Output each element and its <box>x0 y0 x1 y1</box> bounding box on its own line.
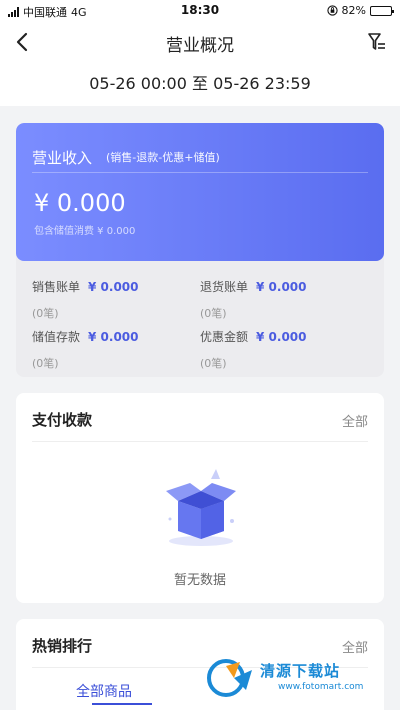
stat-deposits: 储值存款 ¥ 0.000 (0笔) <box>32 328 139 371</box>
watermark-title: 清源下载站 <box>260 662 341 680</box>
orientation-lock-icon <box>326 5 338 16</box>
stat-discounts: 优惠金额 ¥ 0.000 (0笔) <box>200 328 307 371</box>
payment-all-link[interactable]: 全部 <box>342 411 368 430</box>
stat-value: ¥ 0.000 <box>88 280 139 294</box>
income-summary: 营业收入 (销售-退款-优惠+储值) ¥ 0.000 包含储值消费 ¥ 0.00… <box>16 123 384 261</box>
stat-value: ¥ 0.000 <box>256 330 307 344</box>
date-range[interactable]: 05-26 00:00 至 05-26 23:59 <box>0 62 400 106</box>
watermark-url: www.fotomart.com <box>278 682 364 692</box>
filter-icon[interactable] <box>364 30 390 54</box>
stat-label: 优惠金额 <box>200 330 249 344</box>
status-bar: 中国联通 4G 18:30 82% <box>0 0 400 22</box>
empty-text: 暂无数据 <box>173 573 226 588</box>
payment-title: 支付收款 <box>32 411 93 429</box>
stat-value: ¥ 0.000 <box>88 330 139 344</box>
income-formula: (销售-退款-优惠+储值) <box>106 151 220 164</box>
watermark-logo-icon <box>207 659 252 697</box>
stat-count: (0笔) <box>32 307 59 320</box>
stat-value: ¥ 0.000 <box>256 280 307 294</box>
battery-percent: 82% <box>341 4 366 17</box>
divider <box>32 172 368 173</box>
hot-sales-title: 热销排行 <box>32 637 93 655</box>
payment-panel: 支付收款 全部 暂无数据 <box>16 393 384 603</box>
stat-label: 销售账单 <box>32 280 81 294</box>
income-title: 营业收入 <box>32 149 93 167</box>
divider <box>32 441 368 442</box>
stat-returns: 退货账单 ¥ 0.000 (0笔) <box>200 278 307 321</box>
income-amount: ¥ 0.000 <box>34 189 126 217</box>
stat-count: (0笔) <box>200 307 227 320</box>
status-right: 82% <box>326 4 394 17</box>
tab-all-products[interactable]: 全部商品 <box>76 681 132 701</box>
battery-icon <box>370 5 394 16</box>
stat-count: (0笔) <box>32 357 59 370</box>
empty-box-icon <box>166 469 236 546</box>
stat-count: (0笔) <box>200 357 227 370</box>
tab-underline <box>92 703 152 705</box>
hot-sales-all-link[interactable]: 全部 <box>342 637 368 656</box>
income-card: 营业收入 (销售-退款-优惠+储值) ¥ 0.000 包含储值消费 ¥ 0.00… <box>16 123 384 377</box>
stat-label: 储值存款 <box>32 330 81 344</box>
nav-bar: 营业概况 <box>0 22 400 62</box>
watermark: 清源下载站 www.fotomart.com <box>204 656 382 700</box>
page-title: 营业概况 <box>166 36 234 56</box>
stat-label: 退货账单 <box>200 280 249 294</box>
stat-sales: 销售账单 ¥ 0.000 (0笔) <box>32 278 139 321</box>
income-note: 包含储值消费 ¥ 0.000 <box>34 226 136 237</box>
